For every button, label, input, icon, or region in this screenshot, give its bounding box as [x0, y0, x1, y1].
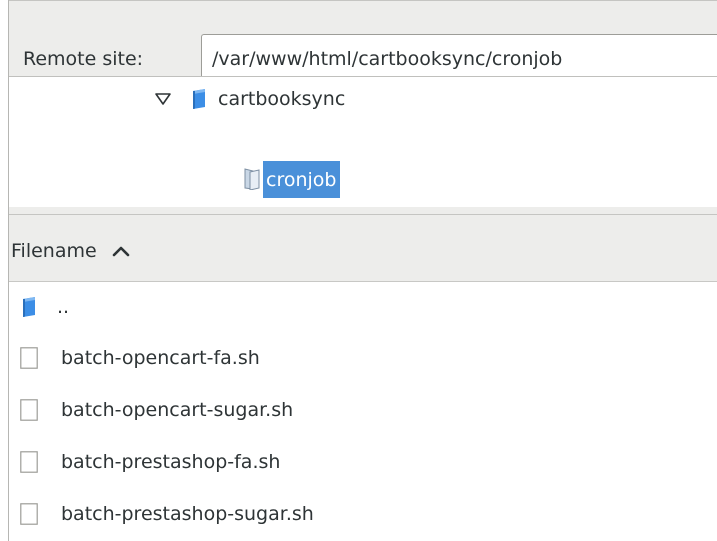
folder-icon [23, 297, 35, 317]
file-name: batch-opencart-fa.sh [61, 347, 260, 369]
list-item[interactable]: .. [9, 282, 717, 332]
remote-site-path-input[interactable]: /var/www/html/cartbooksync/cronjob [201, 34, 717, 81]
column-header-filename[interactable]: Filename [9, 237, 131, 265]
file-name: batch-prestashop-sugar.sh [61, 503, 314, 525]
remote-site-path-value: /var/www/html/cartbooksync/cronjob [212, 48, 563, 70]
folder-open-icon [244, 168, 260, 190]
tree-item-cronjob[interactable]: cronjob [243, 159, 341, 199]
remote-file-list[interactable]: .. batch-opencart-fa.sh batch-opencart-s… [9, 282, 717, 541]
expander-expanded-icon[interactable] [154, 92, 172, 106]
sort-ascending-icon [112, 246, 129, 257]
pane-splitter[interactable] [9, 207, 717, 214]
tree-item-label: cartbooksync [218, 88, 346, 110]
list-item[interactable]: batch-prestashop-sugar.sh [9, 488, 717, 540]
file-list-header: Filename [9, 214, 717, 282]
file-icon [20, 399, 38, 421]
folder-icon [193, 89, 205, 109]
tree-item-label-selected: cronjob [263, 160, 341, 198]
file-name: batch-prestashop-fa.sh [61, 451, 281, 473]
file-icon [20, 451, 38, 473]
column-header-label: Filename [11, 240, 97, 262]
file-name: .. [57, 296, 70, 318]
remote-site-label: Remote site: [23, 48, 144, 70]
remote-directory-tree[interactable]: cartbooksync cronjob [9, 76, 717, 208]
tree-item-cartbooksync[interactable]: cartbooksync [154, 79, 345, 119]
list-item[interactable]: batch-opencart-sugar.sh [9, 384, 717, 436]
file-icon [20, 503, 38, 525]
list-item[interactable]: batch-opencart-fa.sh [9, 332, 717, 384]
file-icon [20, 347, 38, 369]
file-name: batch-opencart-sugar.sh [61, 399, 294, 421]
remote-site-bar: Remote site: /var/www/html/cartbooksync/… [9, 0, 717, 81]
list-item[interactable]: batch-prestashop-fa.sh [9, 436, 717, 488]
